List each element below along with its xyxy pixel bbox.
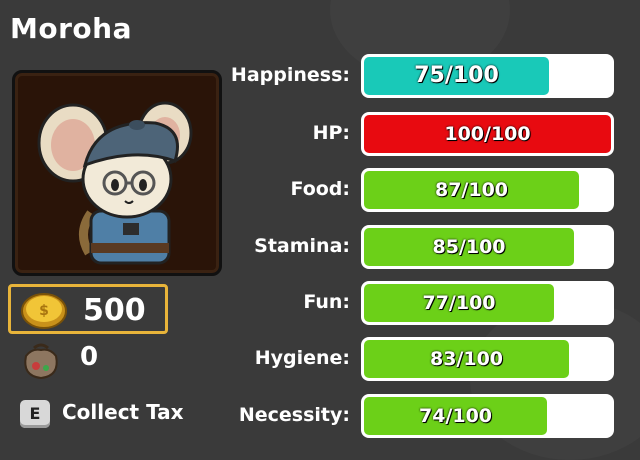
stat-row: Food: 87/100 <box>0 168 640 214</box>
stat-label: Fun: <box>303 291 350 313</box>
stat-bar: 87/100 <box>361 168 614 212</box>
stat-value: 77/100 <box>422 292 496 314</box>
stat-bar: 83/100 <box>361 337 614 381</box>
stat-value: 75/100 <box>414 63 499 88</box>
stat-value: 85/100 <box>432 236 506 258</box>
stat-value: 100/100 <box>444 123 531 145</box>
stat-bar: 77/100 <box>361 281 614 325</box>
stat-row: Happiness: 75/100 <box>0 54 640 100</box>
stat-label: Stamina: <box>254 235 350 257</box>
stat-value: 74/100 <box>418 405 493 427</box>
stat-value: 83/100 <box>429 348 504 370</box>
stat-label: Hygiene: <box>254 347 350 369</box>
stat-row: HP: 100/100 <box>0 112 640 158</box>
stat-bar: 85/100 <box>361 225 614 269</box>
stat-bar: 75/100 <box>361 54 614 98</box>
stat-row: Stamina: 85/100 <box>0 225 640 271</box>
stat-value: 87/100 <box>434 179 509 201</box>
character-name: Moroha <box>10 12 132 45</box>
stat-label: Food: <box>290 178 350 200</box>
stat-label: HP: <box>312 122 350 144</box>
stat-label: Necessity: <box>238 404 350 426</box>
stat-label: Happiness: <box>230 64 350 86</box>
stat-bar: 74/100 <box>361 394 614 438</box>
stat-bar: 100/100 <box>361 112 614 156</box>
stat-row: Fun: 77/100 <box>0 281 640 327</box>
stat-row: Hygiene: 83/100 <box>0 337 640 383</box>
stat-row: Necessity: 74/100 <box>0 394 640 440</box>
